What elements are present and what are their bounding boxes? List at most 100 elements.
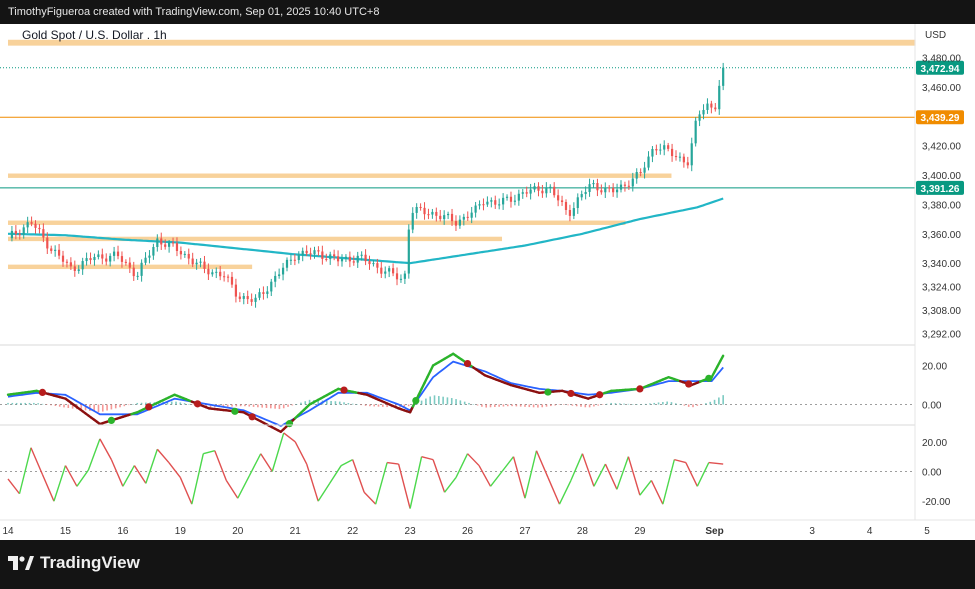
wt-histogram-bar (696, 404, 699, 406)
wt-histogram-bar (618, 403, 621, 405)
tradingview-logo[interactable]: TradingView (8, 553, 140, 573)
candle-body (148, 255, 151, 258)
candle-body (502, 197, 505, 205)
wt-histogram-bar (674, 403, 677, 405)
candle-body (175, 243, 179, 251)
candle-body (262, 292, 265, 294)
wt-histogram-bar (718, 397, 720, 405)
candle-body (156, 238, 159, 248)
candle-body (34, 223, 37, 228)
candle-body (285, 259, 289, 268)
wt-histogram-bar (541, 404, 544, 408)
candle-body (670, 148, 674, 157)
wt-histogram-bar (127, 404, 130, 406)
wt-histogram-bar (119, 404, 121, 408)
candle[interactable] (694, 117, 697, 147)
wt-histogram-bar (562, 404, 565, 405)
candle-body (73, 266, 76, 271)
wt-histogram-bar (50, 404, 52, 406)
time-tick-27: 27 (519, 526, 531, 537)
attribution-text: TimothyFigueroa created with TradingView… (8, 6, 380, 18)
wt-histogram-bar (257, 404, 259, 408)
wt-cross-buy[interactable] (544, 388, 552, 396)
wt-histogram-bar (709, 401, 712, 405)
candle-body (191, 258, 194, 265)
candle-body (411, 212, 414, 230)
wt-histogram-bar (494, 404, 496, 408)
candle-body (321, 251, 324, 259)
wt-cross-buy[interactable] (285, 420, 294, 428)
candle-body (207, 268, 210, 275)
candle-body (93, 257, 96, 261)
wt-cross-sell[interactable] (636, 385, 644, 393)
wt-cross-sell[interactable] (248, 413, 256, 421)
candle-body (258, 292, 261, 298)
candle-body (407, 229, 410, 274)
candle-body (38, 227, 41, 230)
candle-body (136, 275, 139, 277)
wt-cross-sell[interactable] (340, 386, 348, 394)
wt-histogram-bar (295, 404, 298, 405)
wt-histogram-bar (364, 404, 367, 406)
wt-histogram-bar (369, 404, 371, 407)
candle-body (144, 257, 147, 263)
wt-cross-buy[interactable] (412, 397, 420, 405)
wt-cross-buy[interactable] (107, 416, 115, 424)
wt-cross-buy[interactable] (705, 374, 713, 382)
candle-body (635, 171, 638, 179)
wt-histogram-bar (502, 404, 505, 407)
wt-histogram-bar (326, 400, 328, 405)
candle-body (415, 206, 418, 213)
wt-histogram-bar (63, 404, 65, 408)
wt-histogram-bar (713, 399, 716, 405)
time-tick-26: 26 (462, 526, 474, 537)
candle-body (30, 222, 33, 224)
wt-histogram-bar (472, 404, 475, 405)
wt-histogram-bar (683, 404, 686, 406)
wt-cross-sell[interactable] (463, 359, 472, 368)
candle-body (592, 183, 595, 185)
time-tick-5: 5 (924, 526, 930, 537)
wt-histogram-bar (584, 404, 587, 408)
wt-cross-sell[interactable] (193, 400, 202, 408)
candle-body (627, 185, 630, 187)
candle-body (336, 256, 340, 262)
candle-body (164, 244, 167, 247)
wt-cross-sell[interactable] (685, 380, 693, 388)
wt-cross-sell[interactable] (145, 403, 153, 411)
candle-body (112, 251, 116, 256)
wt-histogram-bar (623, 403, 625, 405)
wt-histogram-bar (304, 401, 307, 405)
candle-body (403, 273, 406, 279)
wt-tick-0.00: 0.00 (922, 401, 942, 412)
wt-histogram-bar (106, 404, 108, 411)
wt-cross-buy[interactable] (231, 407, 239, 415)
candle-body (678, 156, 682, 158)
wt-cross-sell[interactable] (567, 389, 575, 398)
wt-histogram-bar (705, 403, 707, 405)
candle-body (301, 250, 304, 256)
candle-body (462, 216, 465, 220)
price-tick-3,420.00: 3,420.00 (922, 142, 961, 153)
candle-body (105, 258, 108, 262)
wt-histogram-bar (485, 404, 488, 408)
candle-body (46, 237, 49, 249)
osc-tick--20.00: -20.00 (922, 497, 951, 508)
wt-cross-sell[interactable] (596, 391, 604, 399)
candle-body (305, 250, 308, 254)
wt-histogram-bar (588, 404, 591, 408)
candle-body (714, 107, 717, 110)
chart-canvas[interactable]: 3,472.94 3,439.29 3,391.26 3,480.00 3,460.00… (0, 24, 975, 540)
candle-body (482, 204, 485, 206)
wt-histogram-bar (334, 401, 337, 405)
wt-histogram-bar (545, 404, 548, 407)
zone-2 (8, 220, 626, 225)
zone-1 (8, 173, 672, 178)
wt-cross-sell[interactable] (38, 388, 47, 397)
candle-body (615, 189, 619, 193)
candle-body (120, 256, 124, 262)
candle[interactable] (407, 224, 410, 279)
price-tag-label-1: 3,439.29 (921, 113, 960, 124)
wt-histogram-bar (679, 404, 681, 405)
candle-body (254, 297, 257, 302)
